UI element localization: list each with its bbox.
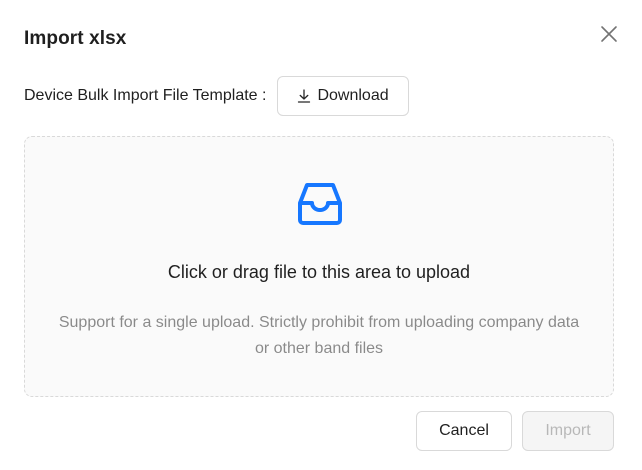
close-icon bbox=[600, 25, 618, 48]
template-label: Device Bulk Import File Template : bbox=[24, 87, 267, 104]
upload-hint-line-1: Support for a single upload. Strictly pr… bbox=[58, 314, 580, 331]
upload-dropzone[interactable]: Click or drag file to this area to uploa… bbox=[24, 136, 614, 397]
download-button[interactable]: Download bbox=[277, 76, 409, 116]
close-button[interactable] bbox=[595, 22, 623, 50]
upload-instruction: Click or drag file to this area to uploa… bbox=[167, 262, 471, 282]
upload-hint: Support for a single upload. Strictly pr… bbox=[25, 310, 613, 362]
import-button[interactable]: Import bbox=[522, 411, 614, 451]
upload-hint-line-2: or other band files bbox=[254, 340, 384, 357]
dialog-title: Import xlsx bbox=[24, 28, 127, 49]
cancel-button[interactable]: Cancel bbox=[416, 411, 512, 451]
download-label: Download bbox=[317, 87, 389, 104]
inbox-icon bbox=[297, 181, 343, 227]
template-row: Device Bulk Import File Template : Downl… bbox=[24, 76, 409, 116]
import-dialog: Import xlsx Device Bulk Import File Temp… bbox=[0, 0, 642, 470]
download-icon bbox=[297, 89, 311, 103]
